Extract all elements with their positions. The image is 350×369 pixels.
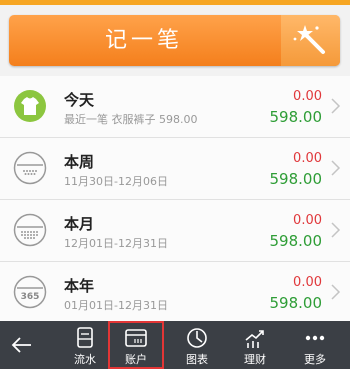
magic-wand-button[interactable] bbox=[281, 15, 340, 66]
tab-label: 图表 bbox=[186, 353, 208, 366]
ledger-icon bbox=[77, 327, 93, 348]
record-entry-label: 记一笔 bbox=[104, 28, 183, 53]
expense-amount: 0.00 bbox=[293, 89, 322, 104]
income-amount: 598.00 bbox=[269, 108, 323, 126]
back-arrow-icon bbox=[11, 337, 31, 353]
chevron-right-icon bbox=[331, 284, 341, 300]
row-title: 今天 bbox=[64, 91, 95, 109]
row-title: 本周 bbox=[64, 153, 95, 171]
income-amount: 598.00 bbox=[269, 170, 323, 188]
chart-icon bbox=[187, 328, 207, 348]
chevron-right-icon bbox=[331, 160, 341, 176]
tab-charts[interactable]: 图表 bbox=[172, 321, 222, 369]
tab-accounts[interactable]: 账户 bbox=[108, 321, 164, 369]
list-item-week[interactable]: 本周 11月30日-12月06日 0.00 598.00 bbox=[0, 138, 350, 200]
record-entry-button[interactable]: 记一笔 bbox=[9, 15, 340, 66]
magic-wand-icon bbox=[293, 25, 325, 54]
bottom-tab-bar: 流水 账户 图表 理财 更多 bbox=[0, 321, 350, 369]
year-icon: 365 bbox=[13, 275, 47, 309]
tab-label: 更多 bbox=[304, 353, 326, 366]
expense-amount: 0.00 bbox=[293, 275, 322, 290]
tab-label: 流水 bbox=[74, 353, 96, 366]
row-title: 本年 bbox=[64, 277, 95, 295]
year-badge: 365 bbox=[21, 292, 40, 302]
expense-amount: 0.00 bbox=[293, 151, 322, 166]
income-amount: 598.00 bbox=[269, 232, 323, 250]
tab-label: 账户 bbox=[125, 353, 147, 366]
row-subtitle: 11月30日-12月06日 bbox=[64, 175, 168, 188]
back-button[interactable] bbox=[0, 321, 44, 369]
row-title: 本月 bbox=[64, 215, 95, 233]
list-item-today[interactable]: 今天 最近一笔 衣服裤子 598.00 0.00 598.00 bbox=[0, 76, 350, 138]
row-subtitle: 最近一笔 衣服裤子 598.00 bbox=[64, 113, 198, 126]
row-subtitle: 01月01日-12月31日 bbox=[64, 299, 168, 312]
tab-label: 理财 bbox=[244, 353, 266, 366]
top-status-strip bbox=[0, 0, 350, 5]
chevron-right-icon bbox=[331, 98, 341, 114]
list-item-month[interactable]: 本月 12月01日-12月31日 0.00 598.00 bbox=[0, 200, 350, 262]
shirt-icon bbox=[14, 90, 46, 122]
week-icon bbox=[13, 151, 47, 185]
month-icon bbox=[13, 213, 47, 247]
tab-more[interactable]: 更多 bbox=[290, 321, 340, 369]
tab-finance[interactable]: 理财 bbox=[230, 321, 280, 369]
finance-icon bbox=[245, 330, 264, 348]
tab-ledger[interactable]: 流水 bbox=[60, 321, 110, 369]
expense-amount: 0.00 bbox=[293, 213, 322, 228]
list-item-year[interactable]: 365 本年 01月01日-12月31日 0.00 598.00 bbox=[0, 262, 350, 324]
wallet-icon bbox=[125, 329, 147, 347]
more-icon bbox=[305, 335, 325, 341]
chevron-right-icon bbox=[331, 222, 341, 238]
income-amount: 598.00 bbox=[269, 294, 323, 312]
row-subtitle: 12月01日-12月31日 bbox=[64, 237, 168, 250]
